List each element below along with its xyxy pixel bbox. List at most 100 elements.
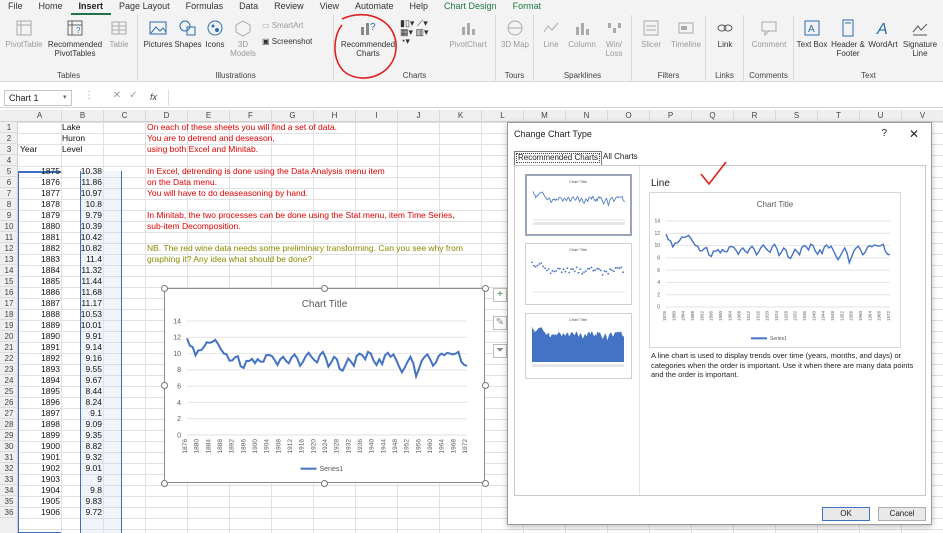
cell-year[interactable]: 1903: [18, 474, 60, 485]
cell-level[interactable]: 11.32: [62, 265, 102, 276]
tab-format[interactable]: Format: [505, 0, 550, 15]
chart-resize-handle[interactable]: [160, 382, 168, 389]
note-text[interactable]: on the Data menu.: [147, 177, 217, 188]
cell-level[interactable]: 10.53: [62, 309, 102, 320]
3d-models-button[interactable]: 3D Models: [228, 18, 258, 58]
cell-year[interactable]: 1897: [18, 408, 60, 419]
cell-level[interactable]: 9.8: [62, 485, 102, 496]
row-header-23[interactable]: 23: [0, 364, 18, 375]
pivotchart-button[interactable]: PivotChart: [444, 18, 492, 49]
cell-level[interactable]: 10.39: [62, 221, 102, 232]
table-button[interactable]: Table: [106, 18, 132, 49]
column-header-o[interactable]: O: [608, 110, 650, 122]
cell-year[interactable]: 1891: [18, 342, 60, 353]
chart-resize-handle[interactable]: [160, 479, 168, 487]
chart-resize-handle[interactable]: [481, 479, 489, 487]
thumbnail-area-chart[interactable]: Chart Title: [525, 313, 632, 379]
tab-formulas[interactable]: Formulas: [178, 0, 232, 15]
cell-level[interactable]: 10.01: [62, 320, 102, 331]
column-header-j[interactable]: J: [398, 110, 440, 122]
column-header-a[interactable]: A: [18, 110, 62, 122]
row-header-17[interactable]: 17: [0, 298, 18, 309]
name-box[interactable]: Chart 1: [4, 90, 72, 106]
3d-map-button[interactable]: 3D Map: [500, 18, 530, 49]
cell-year[interactable]: 1885: [18, 276, 60, 287]
cell-level[interactable]: 9.55: [62, 364, 102, 375]
tab-all-charts[interactable]: All Charts: [600, 151, 641, 165]
row-header-16[interactable]: 16: [0, 287, 18, 298]
cell-year[interactable]: 1898: [18, 419, 60, 430]
cell-year[interactable]: 1894: [18, 375, 60, 386]
column-header-v[interactable]: V: [902, 110, 943, 122]
column-header-p[interactable]: P: [650, 110, 692, 122]
cell-year[interactable]: 1893: [18, 364, 60, 375]
screenshot-button[interactable]: ▣ Screenshot: [262, 37, 332, 46]
recommended-charts-button[interactable]: ? Recommended Charts: [340, 18, 396, 58]
cell-year[interactable]: 1892: [18, 353, 60, 364]
cell-year[interactable]: 1905: [18, 496, 60, 507]
cell-level[interactable]: 9.72: [62, 507, 102, 518]
cell-year[interactable]: 1888: [18, 309, 60, 320]
cell-level[interactable]: 8.44: [62, 386, 102, 397]
header-footer-button[interactable]: Header & Footer: [830, 18, 866, 58]
tab-insert[interactable]: Insert: [70, 0, 112, 15]
embedded-line-chart[interactable]: Chart Title 0 2 4 6 8 10 12 14 1876 1880 1884 1888 18…: [164, 288, 485, 483]
cell-level[interactable]: 9.14: [62, 342, 102, 353]
cell-level[interactable]: 10.8: [62, 199, 102, 210]
cell-b1[interactable]: Lake: [62, 122, 80, 133]
chart-elements-button[interactable]: +: [493, 288, 507, 302]
row-header-21[interactable]: 21: [0, 342, 18, 353]
cell-level[interactable]: 10.38: [62, 166, 102, 177]
row-header-7[interactable]: 7: [0, 188, 18, 199]
row-header-31[interactable]: 31: [0, 452, 18, 463]
cell-a3[interactable]: Year: [20, 144, 37, 155]
cell-level[interactable]: 11.86: [62, 177, 102, 188]
recommended-pivottables-button[interactable]: ? Recommended PivotTables: [46, 18, 104, 58]
cell-level[interactable]: 10.82: [62, 243, 102, 254]
name-box-dropdown-icon[interactable]: ▾: [63, 93, 67, 101]
column-header-l[interactable]: L: [482, 110, 524, 122]
thumbnail-scatter-chart[interactable]: Chart Title: [525, 243, 632, 305]
chart-resize-handle[interactable]: [160, 284, 168, 292]
chart-resize-handle[interactable]: [481, 284, 489, 292]
close-button[interactable]: ✕: [909, 127, 919, 141]
cell-level[interactable]: 9.16: [62, 353, 102, 364]
chart-resize-handle[interactable]: [481, 382, 489, 389]
tab-page-layout[interactable]: Page Layout: [111, 0, 178, 15]
row-header-33[interactable]: 33: [0, 474, 18, 485]
cell-year[interactable]: 1887: [18, 298, 60, 309]
row-header-30[interactable]: 30: [0, 441, 18, 452]
row-header-3[interactable]: 3: [0, 144, 18, 155]
column-header-n[interactable]: N: [566, 110, 608, 122]
row-header-24[interactable]: 24: [0, 375, 18, 386]
formula-input[interactable]: [168, 90, 939, 106]
cell-level[interactable]: 9.35: [62, 430, 102, 441]
row-header-6[interactable]: 6: [0, 177, 18, 188]
row-header-26[interactable]: 26: [0, 397, 18, 408]
row-header-35[interactable]: 35: [0, 496, 18, 507]
cell-level[interactable]: 10.97: [62, 188, 102, 199]
cell-year[interactable]: 1876: [18, 177, 60, 188]
chart-resize-handle[interactable]: [321, 479, 328, 487]
row-header-14[interactable]: 14: [0, 265, 18, 276]
note-text-nb[interactable]: graphing it? Any idea what should be don…: [147, 254, 312, 265]
cell-level[interactable]: 9.32: [62, 452, 102, 463]
cell-level[interactable]: 11.4: [62, 254, 102, 265]
note-text[interactable]: In Excel, detrending is done using the D…: [147, 166, 385, 177]
cancel-button[interactable]: Cancel: [878, 507, 926, 521]
tab-review[interactable]: Review: [266, 0, 312, 15]
sparkline-column-button[interactable]: Column: [566, 18, 598, 49]
column-header-s[interactable]: S: [776, 110, 818, 122]
note-text[interactable]: using both Excel and Minitab.: [147, 144, 258, 155]
cell-level[interactable]: 11.17: [62, 298, 102, 309]
note-text[interactable]: sub-item Decomposition.: [147, 221, 241, 232]
row-header-25[interactable]: 25: [0, 386, 18, 397]
cell-year[interactable]: 1879: [18, 210, 60, 221]
row-header-19[interactable]: 19: [0, 320, 18, 331]
cell-level[interactable]: 9.09: [62, 419, 102, 430]
row-header-10[interactable]: 10: [0, 221, 18, 232]
cell-year[interactable]: 1881: [18, 232, 60, 243]
column-header-r[interactable]: R: [734, 110, 776, 122]
statistic-chart-icon[interactable]: ▥▾: [416, 27, 429, 37]
cell-year[interactable]: 1875: [18, 166, 60, 177]
